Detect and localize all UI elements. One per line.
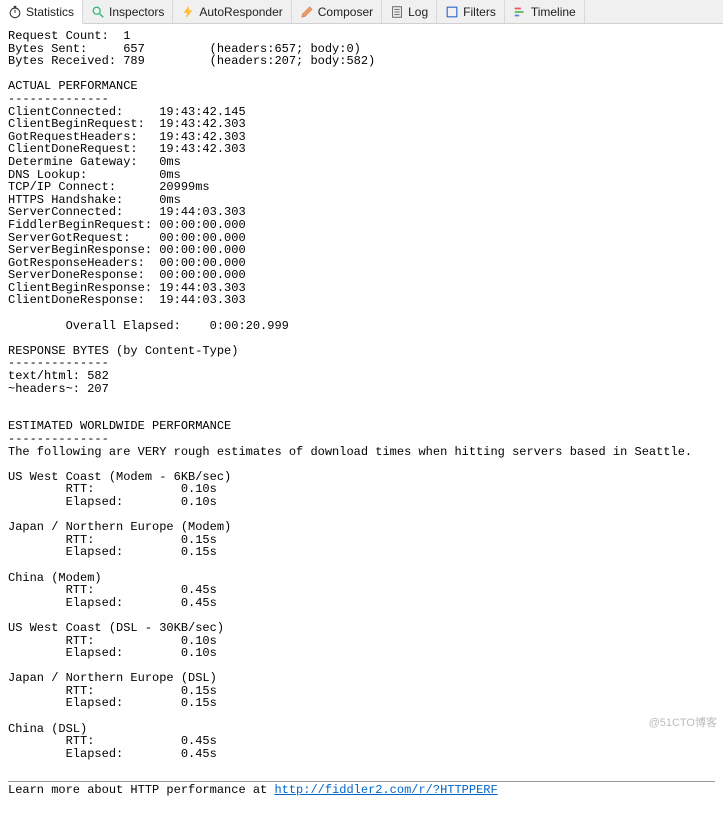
timeline-icon (513, 5, 527, 19)
magnifier-icon (91, 5, 105, 19)
tab-statistics[interactable]: Statistics (0, 0, 83, 24)
tab-label: Statistics (26, 5, 74, 19)
tab-label: Timeline (531, 5, 576, 19)
lightning-icon (181, 5, 195, 19)
footer-text: Learn more about HTTP performance at (8, 783, 274, 797)
tab-bar: Statistics Inspectors AutoResponder Comp… (0, 0, 723, 24)
tab-label: Log (408, 5, 428, 19)
tab-label: Filters (463, 5, 496, 19)
tab-label: Composer (318, 5, 373, 19)
watermark: @51CTO博客 (649, 714, 717, 730)
statistics-content: Request Count: 1 Bytes Sent: 657 (header… (0, 24, 723, 817)
tab-log[interactable]: Log (382, 0, 437, 23)
tab-label: AutoResponder (199, 5, 282, 19)
stopwatch-icon (8, 5, 22, 19)
learn-more-link[interactable]: http://fiddler2.com/r/?HTTPPERF (274, 783, 497, 797)
tab-autoresponder[interactable]: AutoResponder (173, 0, 291, 23)
tab-inspectors[interactable]: Inspectors (83, 0, 173, 23)
checkbox-icon (445, 5, 459, 19)
document-icon (390, 5, 404, 19)
learn-more-footer: Learn more about HTTP performance at htt… (8, 781, 715, 797)
tab-timeline[interactable]: Timeline (505, 0, 585, 23)
tab-label: Inspectors (109, 5, 164, 19)
tab-composer[interactable]: Composer (292, 0, 382, 23)
tab-filters[interactable]: Filters (437, 0, 505, 23)
pencil-icon (300, 5, 314, 19)
